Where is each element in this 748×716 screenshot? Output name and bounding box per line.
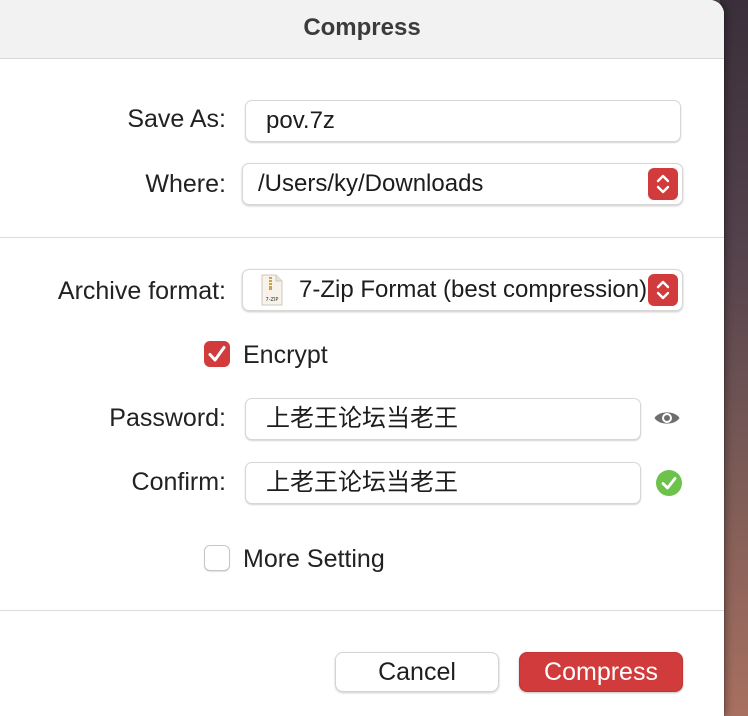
- 7zip-icon-text: 7-ZIP: [266, 297, 279, 303]
- checkmark-icon: [208, 346, 226, 362]
- footer-divider: [0, 610, 724, 611]
- up-down-chevron-icon[interactable]: [648, 168, 678, 200]
- more-setting-label[interactable]: More Setting: [243, 545, 385, 574]
- compress-dialog: Compress Save As: pov.7z Where: /Users/k…: [0, 0, 724, 716]
- save-as-label: Save As:: [127, 105, 226, 133]
- archive-format-value: 7-Zip Format (best compression): [299, 276, 648, 303]
- where-label: Where:: [145, 170, 226, 198]
- where-value: /Users/ky/Downloads: [258, 170, 484, 197]
- encrypt-checkbox[interactable]: [204, 341, 230, 367]
- archive-format-popup[interactable]: 7-ZIP 7-Zip Format (best compression): [242, 269, 683, 311]
- compress-button[interactable]: Compress: [519, 652, 683, 692]
- confirm-label: Confirm:: [131, 468, 226, 496]
- confirm-input[interactable]: 上老王论坛当老王: [245, 462, 641, 504]
- desktop-background: [720, 0, 748, 716]
- dialog-title: Compress: [303, 14, 421, 41]
- checkmark-circle-icon: [655, 469, 683, 502]
- eye-icon[interactable]: [653, 406, 681, 435]
- password-input[interactable]: 上老王论坛当老王: [245, 398, 641, 440]
- encrypt-label[interactable]: Encrypt: [243, 341, 328, 370]
- password-label: Password:: [109, 404, 226, 432]
- save-as-input[interactable]: pov.7z: [245, 100, 681, 142]
- more-setting-checkbox[interactable]: [204, 545, 230, 571]
- archive-format-label: Archive format:: [57, 277, 226, 305]
- section-divider: [0, 237, 724, 238]
- title-bar: Compress: [0, 0, 724, 59]
- cancel-button[interactable]: Cancel: [335, 652, 499, 692]
- 7zip-file-icon: 7-ZIP: [260, 274, 284, 319]
- up-down-chevron-icon[interactable]: [648, 274, 678, 306]
- where-popup[interactable]: /Users/ky/Downloads: [242, 163, 683, 205]
